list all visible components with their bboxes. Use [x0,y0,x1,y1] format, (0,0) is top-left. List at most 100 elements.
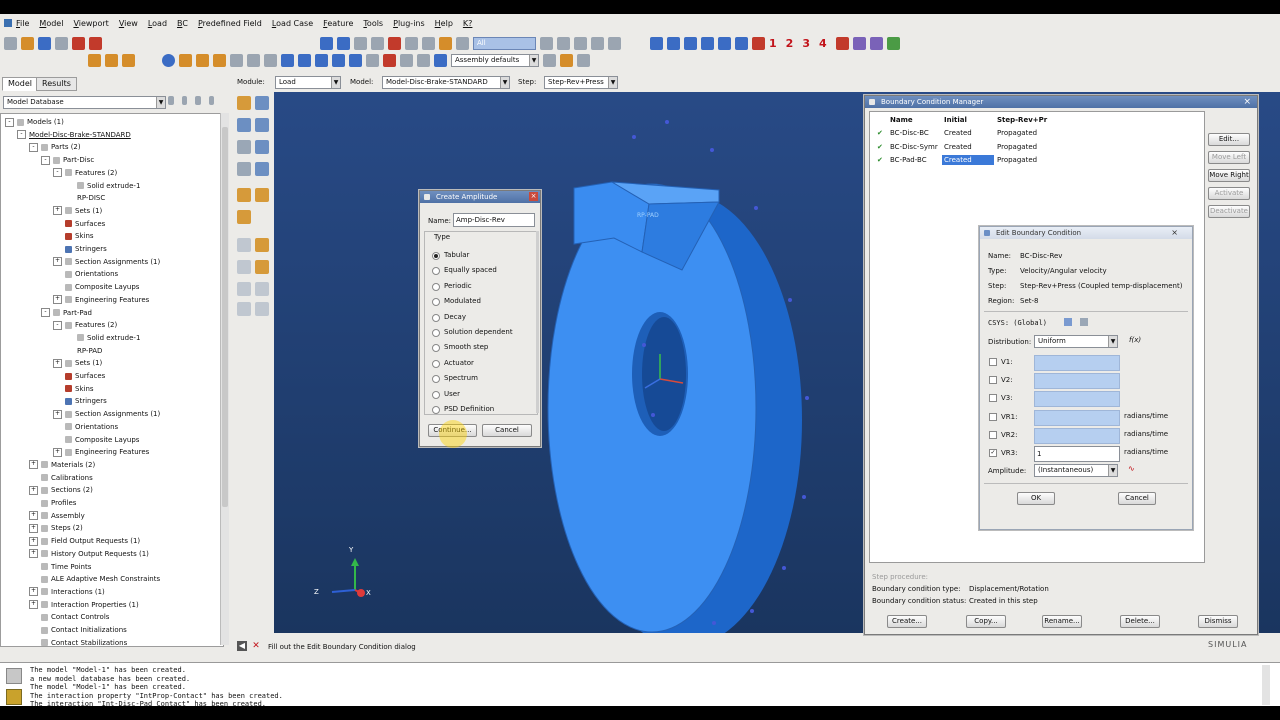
menu-feature[interactable]: Feature [323,19,353,28]
amp-type-option[interactable]: Spectrum [444,374,478,382]
amplitude-icon[interactable] [237,188,251,202]
edit-bc-cancel-button[interactable]: Cancel [1118,492,1156,505]
create-amplitude-icon[interactable]: ∿ [1128,464,1138,473]
amp-type-option[interactable]: Decay [444,313,466,321]
menu-viewport[interactable]: Viewport [73,19,108,28]
undo-icon[interactable] [230,53,243,67]
prompt-back-icon[interactable]: ◀ [237,641,247,651]
tree-node[interactable]: - Model-Disc-Brake-STANDARD [17,129,131,141]
view-user-icon[interactable] [835,36,849,50]
tree-search-icon[interactable] [208,96,214,105]
tree-node[interactable]: RP-DISC [65,192,105,204]
expand-icon[interactable]: + [29,485,38,495]
view-front-icon[interactable] [650,36,663,50]
amp-type-option[interactable]: User [444,390,460,398]
cancel-button[interactable]: Cancel [482,424,532,437]
create-bc-icon[interactable] [237,118,251,132]
annotation-icon[interactable] [366,53,379,67]
amp-type-radio[interactable] [432,313,440,322]
collapse-icon[interactable]: - [53,320,62,330]
component-checkbox[interactable]: ✓ [989,449,997,457]
create-loadcase-icon[interactable] [237,162,251,176]
csys-icon[interactable] [237,238,251,252]
triad-icon[interactable] [255,282,269,296]
fx-button[interactable]: f(x) [1129,336,1141,344]
tree-node[interactable]: Stringers [53,243,107,255]
distribution-combo[interactable]: Uniform ▼ [1034,335,1118,348]
bc-manager-titlebar[interactable]: Boundary Condition Manager × [865,96,1257,108]
viewport-tile-icon[interactable] [315,53,328,67]
job-icon[interactable] [72,36,85,50]
menu-context-help[interactable]: K? [463,19,473,28]
menu-predefined-field[interactable]: Predefined Field [198,19,262,28]
view-2-button[interactable]: 2 [786,37,794,50]
amp-type-radio[interactable] [432,252,440,260]
tree-node[interactable]: + Section Assignments (1) [53,256,160,268]
tree-node[interactable]: + Engineering Features [53,446,149,458]
tree-node[interactable]: - Part-Pad [41,307,92,319]
view-left-icon[interactable] [718,36,731,50]
cycle-icon[interactable] [422,36,435,50]
amp-type-radio[interactable] [432,359,440,368]
tree-node[interactable]: - Part-Disc [41,154,94,166]
tree-node[interactable]: - Features (2) [53,167,117,179]
close-icon[interactable]: × [1171,227,1178,239]
expand-icon[interactable]: + [29,523,38,533]
bc-manager-icon[interactable] [255,118,269,132]
expand-icon[interactable]: + [29,511,38,521]
load-manager-icon[interactable] [255,96,269,110]
tree-node[interactable]: ALE Adaptive Mesh Constraints [29,573,160,585]
module-combo[interactable]: Load ▼ [275,76,341,89]
component-input[interactable] [1034,391,1120,408]
layer-icon[interactable] [560,53,573,67]
tab-model[interactable]: Model [2,77,39,91]
prompt-cancel-icon[interactable]: ✕ [251,641,261,651]
select-options2-icon[interactable] [557,36,570,50]
zoom-icon[interactable] [371,36,384,50]
tree-expand-icon[interactable] [168,96,174,105]
create-load-icon[interactable] [237,96,251,110]
render-hidden-icon[interactable] [869,36,883,50]
collapse-icon[interactable]: - [17,130,26,140]
menu-model[interactable]: Model [39,19,63,28]
expand-icon[interactable]: + [29,460,38,470]
tree-node[interactable]: Calibrations [29,472,93,484]
pan-icon[interactable] [320,36,333,50]
collapse-icon[interactable]: - [41,155,50,165]
collapse-icon[interactable]: - [53,168,62,178]
color-code-icon[interactable] [417,53,430,67]
expand-icon[interactable]: + [29,549,38,559]
expand-icon[interactable]: + [53,295,62,305]
select-options-icon[interactable] [540,36,553,50]
tree-node[interactable]: Contact Stabilizations [29,637,127,646]
selection-icon[interactable] [456,36,469,50]
tree-node[interactable]: Skins [53,230,94,242]
model-combo[interactable]: Model-Disc-Brake-STANDARD ▼ [382,76,510,89]
bc-active-check-icon[interactable]: ✔ [877,143,883,151]
magnify-icon[interactable] [354,36,367,50]
tree-scroll-thumb[interactable] [222,127,228,507]
tree-collapse-icon[interactable] [181,96,187,105]
tree-node[interactable]: - Models (1) [5,116,64,128]
tree-node[interactable]: + Section Assignments (1) [53,408,160,420]
open-icon[interactable] [21,36,34,50]
expand-icon[interactable]: + [53,257,62,267]
python-console-icon[interactable] [6,689,22,705]
amp-type-option[interactable]: Actuator [444,359,474,367]
axis-icon[interactable] [255,302,269,316]
amp-type-option[interactable]: Solution dependent [444,328,513,336]
tree-node[interactable]: + Field Output Requests (1) [29,535,140,547]
menu-load-case[interactable]: Load Case [272,19,313,28]
component-checkbox[interactable] [989,376,997,385]
bc-row-step[interactable]: Propagated [997,156,1037,164]
rotate-icon[interactable] [337,36,350,50]
ref-point-icon[interactable] [237,302,251,316]
tree-node[interactable]: Orientations [53,268,118,280]
close-icon[interactable]: × [1243,96,1251,108]
render-wire-icon[interactable] [852,36,866,50]
bc-row-name[interactable]: BC-Pad-BC [890,156,927,164]
tree-node[interactable]: + Materials (2) [29,459,95,471]
color-icon[interactable] [543,53,556,67]
tree-node[interactable]: - Features (2) [53,319,117,331]
render-shaded-icon[interactable] [886,36,900,50]
